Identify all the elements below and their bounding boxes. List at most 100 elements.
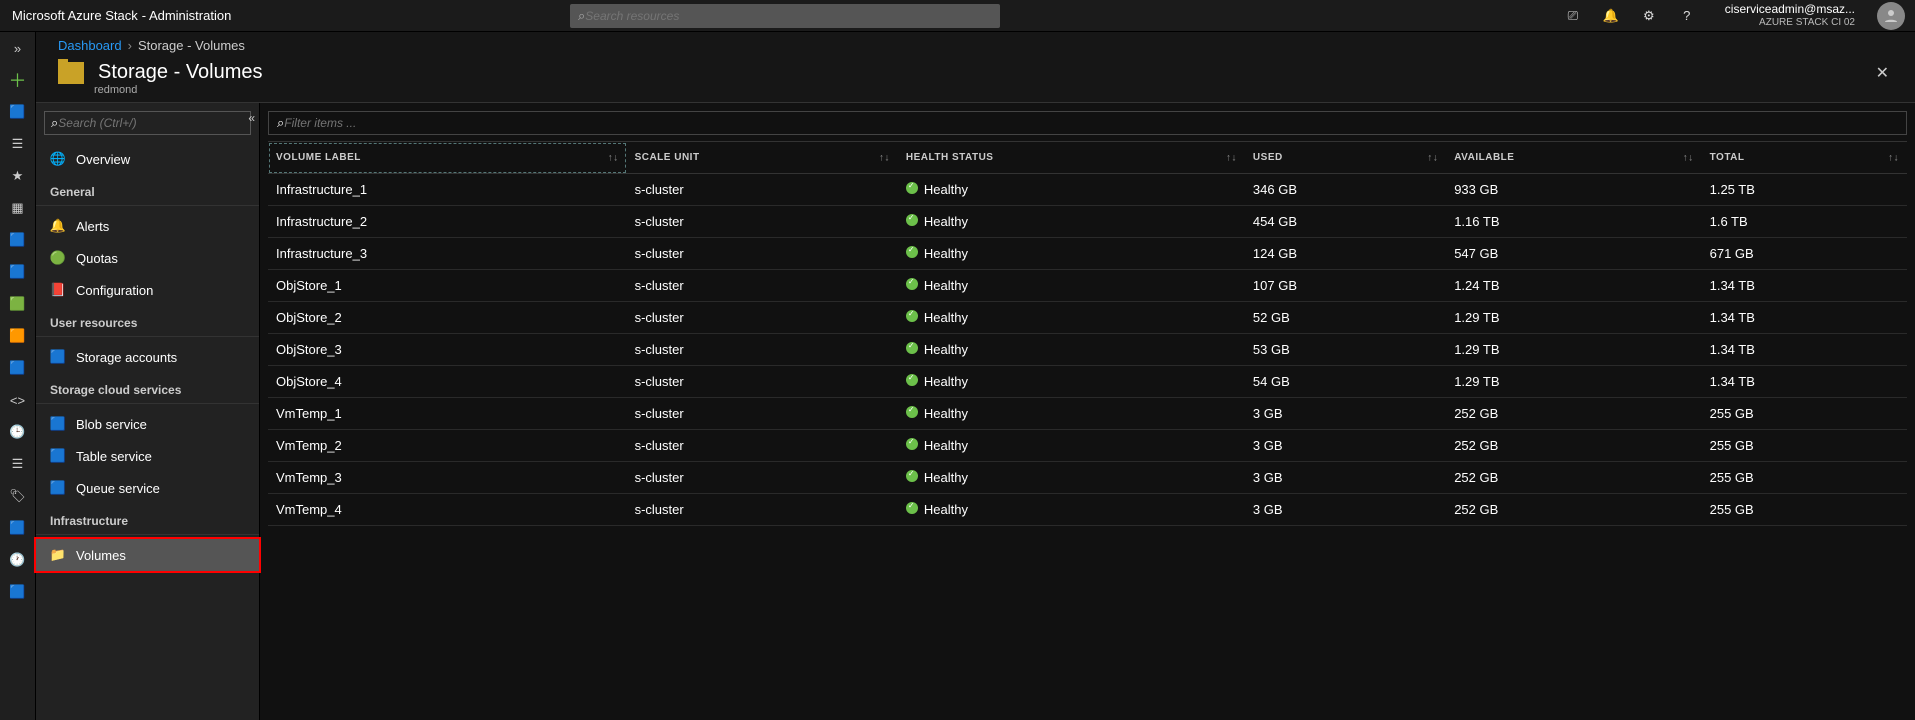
- cell-volume-label: VmTemp_1: [268, 398, 627, 430]
- column-header-health-status[interactable]: HEALTH STATUS ↑↓: [898, 142, 1245, 174]
- sidebar-heading: Storage cloud services: [36, 373, 259, 404]
- sidebar-item-quotas[interactable]: 🟢Quotas: [36, 242, 259, 274]
- rail-icon-1[interactable]: ＋: [8, 70, 28, 90]
- rail-icon-11[interactable]: <>: [8, 390, 28, 410]
- cell-scale-unit: s-cluster: [627, 302, 898, 334]
- rail-icon-8[interactable]: 🟩: [8, 294, 28, 314]
- search-icon: ⌕: [578, 8, 585, 24]
- sidebar-item-table-service[interactable]: 🟦Table service: [36, 440, 259, 472]
- sidebar-search-input[interactable]: [58, 116, 244, 130]
- sort-icon[interactable]: ↑↓: [1683, 152, 1694, 163]
- cell-available: 933 GB: [1446, 174, 1701, 206]
- table-row[interactable]: ObjStore_3s-clusterHealthy53 GB1.29 TB1.…: [268, 334, 1907, 366]
- avatar[interactable]: [1877, 2, 1905, 30]
- sidebar-item-icon: 🟦: [50, 448, 66, 464]
- rail-icon-3[interactable]: ☰: [8, 134, 28, 154]
- rail-icon-17[interactable]: 🟦: [8, 582, 28, 602]
- table-row[interactable]: VmTemp_1s-clusterHealthy3 GB252 GB255 GB: [268, 398, 1907, 430]
- rail-icon-9[interactable]: 🟧: [8, 326, 28, 346]
- close-blade-icon[interactable]: ✕: [1876, 63, 1893, 83]
- rail-icon-13[interactable]: ☰: [8, 454, 28, 474]
- sidebar-item-storage-accounts[interactable]: 🟦Storage accounts: [36, 341, 259, 373]
- breadcrumb-root[interactable]: Dashboard: [58, 38, 122, 53]
- table-row[interactable]: ObjStore_4s-clusterHealthy54 GB1.29 TB1.…: [268, 366, 1907, 398]
- cell-used: 3 GB: [1245, 494, 1446, 526]
- topbar-actions: ⎚ 🔔 ⚙ ? ciserviceadmin@msaz... AZURE STA…: [1565, 2, 1915, 30]
- rail-icon-12[interactable]: 🕒: [8, 422, 28, 442]
- collapse-sidebar-icon[interactable]: «: [248, 111, 255, 125]
- cell-used: 454 GB: [1245, 206, 1446, 238]
- cell-health: Healthy: [898, 334, 1245, 366]
- cell-scale-unit: s-cluster: [627, 462, 898, 494]
- healthy-icon: [906, 246, 918, 258]
- sort-icon[interactable]: ↑↓: [879, 152, 890, 163]
- sidebar-item-queue-service[interactable]: 🟦Queue service: [36, 472, 259, 504]
- column-header-volume-label[interactable]: VOLUME LABEL↑↓: [268, 142, 627, 174]
- search-icon: ⌕: [277, 115, 284, 131]
- cell-scale-unit: s-cluster: [627, 206, 898, 238]
- rail-icon-5[interactable]: ▦: [8, 198, 28, 218]
- breadcrumb-current: Storage - Volumes: [138, 38, 245, 53]
- brand-suffix: - Administration: [142, 8, 232, 23]
- healthy-icon: [906, 310, 918, 322]
- table-row[interactable]: ObjStore_2s-clusterHealthy52 GB1.29 TB1.…: [268, 302, 1907, 334]
- cell-total: 1.25 TB: [1702, 174, 1907, 206]
- sort-icon[interactable]: ↑↓: [1427, 152, 1438, 163]
- cell-volume-label: VmTemp_4: [268, 494, 627, 526]
- column-header-used[interactable]: USED↑↓: [1245, 142, 1446, 174]
- rail-icon-16[interactable]: 🕐: [8, 550, 28, 570]
- sidebar-item-alerts[interactable]: 🔔Alerts: [36, 210, 259, 242]
- settings-gear-icon[interactable]: ⚙: [1641, 8, 1657, 24]
- breadcrumb: Dashboard › Storage - Volumes: [36, 32, 1915, 59]
- column-header-available[interactable]: AVAILABLE↑↓: [1446, 142, 1701, 174]
- rail-icon-7[interactable]: 🟦: [8, 262, 28, 282]
- rail-icon-15[interactable]: 🟦: [8, 518, 28, 538]
- filter-input[interactable]: [284, 116, 1898, 130]
- global-search[interactable]: ⌕: [570, 4, 1000, 28]
- table-row[interactable]: Infrastructure_2s-clusterHealthy454 GB1.…: [268, 206, 1907, 238]
- sort-icon[interactable]: ↑↓: [1888, 152, 1899, 163]
- sidebar: « ⌕ 🌐OverviewGeneral🔔Alerts🟢Quotas📕Confi…: [36, 103, 260, 720]
- cell-used: 53 GB: [1245, 334, 1446, 366]
- global-search-input[interactable]: [585, 9, 992, 23]
- sort-icon[interactable]: ↑↓: [1226, 152, 1237, 163]
- filter-icon[interactable]: ⎚: [1565, 8, 1581, 24]
- healthy-icon: [906, 342, 918, 354]
- sidebar-item-icon: 🟦: [50, 349, 66, 365]
- cell-health: Healthy: [898, 398, 1245, 430]
- rail-icon-10[interactable]: 🟦: [8, 358, 28, 378]
- sidebar-item-label: Configuration: [76, 283, 153, 298]
- content-pane: ⌕ VOLUME LABEL↑↓SCALE UNIT↑↓HEALTH STATU…: [260, 103, 1915, 720]
- help-icon[interactable]: ?: [1679, 8, 1695, 24]
- notifications-icon[interactable]: 🔔: [1603, 8, 1619, 24]
- cell-volume-label: ObjStore_4: [268, 366, 627, 398]
- rail-icon-14[interactable]: 🏷: [8, 486, 28, 506]
- cell-volume-label: ObjStore_1: [268, 270, 627, 302]
- table-row[interactable]: VmTemp_2s-clusterHealthy3 GB252 GB255 GB: [268, 430, 1907, 462]
- rail-icon-2[interactable]: 🟦: [8, 102, 28, 122]
- table-row[interactable]: Infrastructure_1s-clusterHealthy346 GB93…: [268, 174, 1907, 206]
- rail-icon-0[interactable]: »: [8, 38, 28, 58]
- column-label: HEALTH STATUS: [906, 152, 994, 163]
- rail-icon-6[interactable]: 🟦: [8, 230, 28, 250]
- sidebar-item-volumes[interactable]: 📁Volumes: [36, 539, 259, 571]
- filter-row[interactable]: ⌕: [268, 111, 1907, 135]
- column-header-total[interactable]: TOTAL↑↓: [1702, 142, 1907, 174]
- sidebar-item-blob-service[interactable]: 🟦Blob service: [36, 408, 259, 440]
- rail-icon-4[interactable]: ★: [8, 166, 28, 186]
- sort-icon[interactable]: ↑↓: [608, 152, 619, 163]
- sidebar-item-icon: 📁: [50, 547, 66, 563]
- cell-total: 1.34 TB: [1702, 366, 1907, 398]
- table-row[interactable]: VmTemp_3s-clusterHealthy3 GB252 GB255 GB: [268, 462, 1907, 494]
- user-block[interactable]: ciserviceadmin@msaz... AZURE STACK CI 02: [1717, 3, 1855, 27]
- table-row[interactable]: VmTemp_4s-clusterHealthy3 GB252 GB255 GB: [268, 494, 1907, 526]
- healthy-icon: [906, 374, 918, 386]
- table-row[interactable]: ObjStore_1s-clusterHealthy107 GB1.24 TB1…: [268, 270, 1907, 302]
- user-email: ciserviceadmin@msaz...: [1725, 3, 1855, 16]
- column-header-scale-unit[interactable]: SCALE UNIT↑↓: [627, 142, 898, 174]
- table-row[interactable]: Infrastructure_3s-clusterHealthy124 GB54…: [268, 238, 1907, 270]
- sidebar-search[interactable]: ⌕: [44, 111, 251, 135]
- sidebar-item-overview[interactable]: 🌐Overview: [36, 143, 259, 175]
- top-bar: Microsoft Azure Stack - Administration ⌕…: [0, 0, 1915, 32]
- sidebar-item-configuration[interactable]: 📕Configuration: [36, 274, 259, 306]
